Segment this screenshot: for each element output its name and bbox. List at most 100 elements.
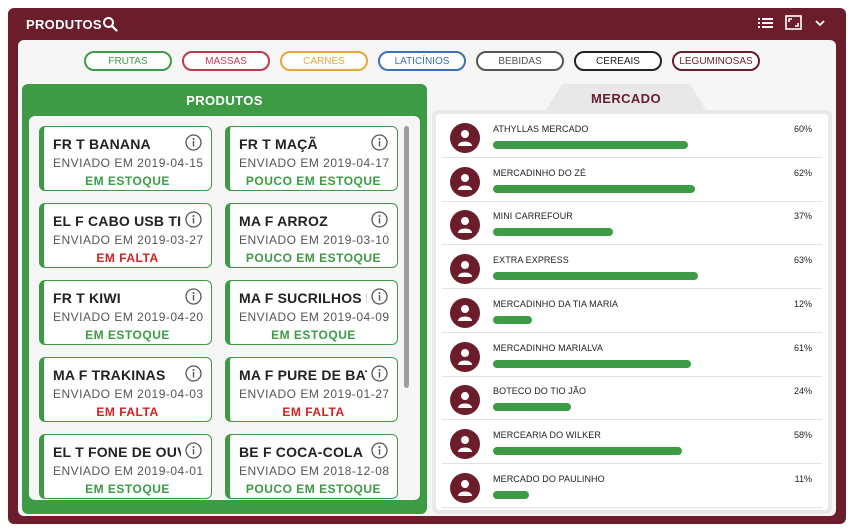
market-progress-bar bbox=[493, 490, 529, 499]
product-date: ENVIADO EM 2019-01-27 bbox=[239, 387, 390, 401]
product-status: POUCO EM ESTOQUE bbox=[245, 482, 382, 496]
product-date: ENVIADO EM 2019-04-15 bbox=[53, 156, 204, 170]
product-name: FR T KIWI bbox=[53, 290, 121, 306]
product-name: MA F TRAKINAS bbox=[53, 367, 166, 383]
product-card[interactable]: MA F PURE DE BAT ENVIADO EM 2019-01-27 EM … bbox=[225, 357, 398, 422]
product-card[interactable]: FR T KIWI ENVIADO EM 2019-04-20 EM ESTOQUE bbox=[39, 280, 212, 345]
market-name: BOTECO DO TIO JÃO bbox=[493, 386, 587, 397]
market-name: MERCADINHO MARIALVA bbox=[493, 342, 604, 353]
product-status: POUCO EM ESTOQUE bbox=[245, 251, 382, 265]
filter-chip-leguminosas[interactable]: LEGUMINOSAS bbox=[672, 51, 760, 71]
market-percent: 12% bbox=[793, 298, 812, 309]
info-icon[interactable] bbox=[371, 442, 388, 459]
market-row[interactable]: MERCADO DO PAULINHO 11% bbox=[442, 464, 822, 508]
market-name: MERCADINHO DA TIA MARIA bbox=[493, 298, 619, 309]
product-name: MA F PURE DE BAT bbox=[239, 367, 367, 383]
user-icon bbox=[450, 123, 480, 153]
market-row[interactable]: ATHYLLAS MERCADO 60% bbox=[442, 114, 822, 158]
product-card[interactable]: MA F ARROZ ENVIADO EM 2019-03-10 POUCO EM … bbox=[225, 203, 398, 268]
chevron-down-icon[interactable] bbox=[814, 18, 826, 28]
product-date: ENVIADO EM 2018-12-08 bbox=[239, 464, 390, 478]
market-progress-bar bbox=[493, 184, 695, 193]
product-name: FR T BANANA bbox=[53, 136, 151, 152]
user-icon bbox=[450, 166, 480, 197]
info-icon[interactable] bbox=[185, 442, 202, 459]
product-name: MA F ARROZ bbox=[239, 213, 328, 229]
info-icon[interactable] bbox=[185, 211, 202, 228]
info-icon[interactable] bbox=[185, 288, 202, 305]
market-percent: 11% bbox=[794, 473, 812, 484]
market-row[interactable]: MERCADINHO MARIALVA 61% bbox=[442, 333, 822, 377]
product-status: EM FALTA bbox=[96, 251, 159, 265]
market-progress-bar bbox=[493, 446, 682, 455]
product-status: EM ESTOQUE bbox=[85, 328, 170, 342]
user-icon bbox=[450, 341, 480, 372]
product-card[interactable]: FR T BANANA ENVIADO EM 2019-04-15 EM ESTOQ… bbox=[39, 126, 212, 191]
market-progress-bar bbox=[493, 228, 614, 237]
list-icon[interactable] bbox=[758, 17, 773, 29]
market-percent: 58% bbox=[793, 429, 812, 440]
market-percent: 61% bbox=[793, 342, 812, 353]
product-date: ENVIADO EM 2019-04-01 bbox=[53, 464, 204, 478]
market-percent: 37% bbox=[793, 211, 812, 222]
filter-chip-bebidas[interactable]: BEBIDAS bbox=[476, 51, 564, 71]
info-icon[interactable] bbox=[371, 365, 388, 382]
info-icon[interactable] bbox=[185, 365, 202, 382]
market-progress-bar bbox=[493, 315, 532, 324]
product-name: MA F SUCRILHOS K bbox=[239, 290, 367, 306]
filter-chip-laticínios[interactable]: LATICÍNIOS bbox=[378, 51, 466, 71]
user-icon bbox=[450, 472, 480, 503]
products-list[interactable]: FR T BANANA ENVIADO EM 2019-04-15 EM ESTOQ… bbox=[29, 116, 420, 500]
products-title: PRODUTOS bbox=[186, 93, 263, 108]
product-date: ENVIADO EM 2019-04-09 bbox=[239, 310, 390, 324]
fullscreen-icon[interactable] bbox=[785, 15, 802, 30]
market-percent: 63% bbox=[793, 255, 812, 266]
product-status: POUCO EM ESTOQUE bbox=[245, 174, 382, 188]
filter-chip-massas[interactable]: MASSAS bbox=[182, 51, 270, 71]
info-icon[interactable] bbox=[371, 211, 388, 228]
product-status: EM ESTOQUE bbox=[85, 174, 170, 188]
market-name: MERCEARIA DO WILKER bbox=[493, 429, 601, 440]
market-title: MERCADO bbox=[591, 91, 661, 106]
market-list: ATHYLLAS MERCADO 60% MERCADINHO DO ZÉ 62% MI… bbox=[436, 114, 828, 510]
app-title: PRODUTOS bbox=[26, 17, 102, 32]
user-icon bbox=[450, 254, 480, 285]
products-scrollbar[interactable] bbox=[404, 126, 409, 388]
market-row[interactable]: MINI CARREFOUR 37% bbox=[442, 201, 822, 246]
product-card[interactable]: MA F SUCRILHOS K ENVIADO EM 2019-04-09 EM … bbox=[225, 280, 398, 345]
user-icon bbox=[450, 210, 480, 241]
market-name: MERCADINHO DO ZÉ bbox=[493, 167, 587, 178]
product-name: BE F COCA-COLA 3 bbox=[239, 444, 367, 460]
product-card[interactable]: MA F TRAKINAS ENVIADO EM 2019-04-03 EM FAL… bbox=[39, 357, 212, 422]
product-date: ENVIADO EM 2019-04-17 bbox=[239, 156, 390, 170]
market-panel: ATHYLLAS MERCADO 60% MERCADINHO DO ZÉ 62% MI… bbox=[432, 110, 832, 514]
product-status: EM ESTOQUE bbox=[271, 328, 356, 342]
market-row[interactable]: MERCADINHO DO ZÉ 62% bbox=[442, 158, 822, 202]
filter-chip-frutas[interactable]: FRUTAS bbox=[84, 51, 172, 71]
market-percent: 24% bbox=[793, 386, 812, 397]
main-panel: FRUTAS MASSAS CARNES LATICÍNIOS BEBIDAS CEREA… bbox=[18, 40, 836, 516]
market-row[interactable]: EXTRA EXPRESS 63% bbox=[442, 245, 822, 290]
market-name: MERCADO DO PAULINHO bbox=[493, 473, 605, 484]
search-icon[interactable] bbox=[102, 16, 118, 32]
product-date: ENVIADO EM 2019-04-20 bbox=[53, 310, 204, 324]
product-status: EM ESTOQUE bbox=[85, 482, 170, 496]
filter-chip-cereais[interactable]: CEREAIS bbox=[574, 51, 662, 71]
market-name: EXTRA EXPRESS bbox=[493, 255, 569, 266]
info-icon[interactable] bbox=[371, 288, 388, 305]
info-icon[interactable] bbox=[371, 134, 388, 151]
market-progress-bar bbox=[493, 403, 571, 412]
market-percent: 62% bbox=[793, 167, 812, 178]
market-row[interactable]: MERCEARIA DO WILKER 58% bbox=[442, 420, 822, 464]
product-card[interactable]: EL T FONE DE OUV ENVIADO EM 2019-04-01 EM … bbox=[39, 434, 212, 499]
product-card[interactable]: FR T MAÇÃ ENVIADO EM 2019-04-17 POUCO EM E… bbox=[225, 126, 398, 191]
info-icon[interactable] bbox=[185, 134, 202, 151]
filter-chip-carnes[interactable]: CARNES bbox=[280, 51, 368, 71]
market-row[interactable]: BOTECO DO TIO JÃO 24% bbox=[442, 376, 822, 421]
market-row[interactable]: MERCADINHO DA TIA MARIA 12% bbox=[442, 289, 822, 333]
product-card[interactable]: EL F CABO USB TI ENVIADO EM 2019-03-27 EM … bbox=[39, 203, 212, 268]
product-card[interactable]: BE F COCA-COLA 3 ENVIADO EM 2018-12-08 POU… bbox=[225, 434, 398, 499]
app-frame: PRODUTOS FRUTAS MASSAS CARNES LATICÍNIOS BEB… bbox=[8, 8, 846, 524]
market-progress-bar bbox=[493, 141, 688, 149]
user-icon bbox=[450, 428, 480, 459]
